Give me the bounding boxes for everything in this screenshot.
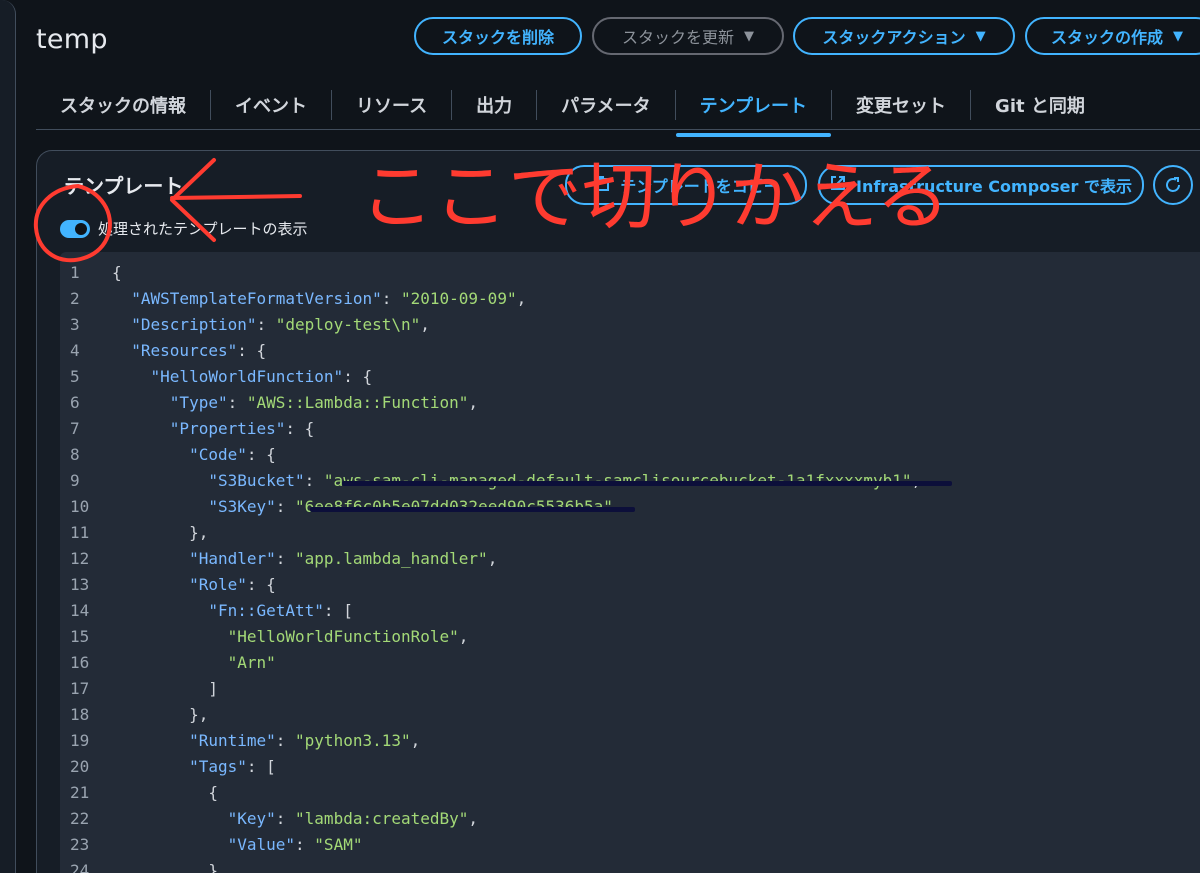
code-text: "Role": {	[189, 575, 276, 594]
tab-label: Git と同期	[995, 95, 1085, 117]
line-number: 14	[70, 601, 90, 620]
line-number: 1	[70, 263, 80, 282]
line-number: 16	[70, 653, 90, 672]
stack-detail-tabs: スタックの情報 イベント リソース 出力 パラメータ テンプレート 変更セット …	[36, 80, 1200, 137]
line-number: 21	[70, 783, 90, 802]
line-number: 17	[70, 679, 90, 698]
tab-label: イベント	[235, 95, 307, 117]
tab-template[interactable]: テンプレート	[675, 89, 833, 137]
external-link-icon	[830, 175, 846, 195]
code-text: {	[112, 783, 218, 802]
processed-template-toggle-row: 処理されたテンプレートの表示	[60, 218, 308, 239]
code-text: "Properties": {	[169, 419, 315, 438]
code-text: ]	[112, 679, 218, 698]
tab-label: スタックの情報	[60, 95, 186, 117]
caret-down-icon: ▼	[975, 28, 986, 44]
code-text: "AWSTemplateFormatVersion": "2010-09-09"…	[131, 289, 527, 308]
line-number: 9	[70, 471, 80, 490]
tab-label: パラメータ	[561, 95, 651, 117]
line-number: 2	[70, 289, 80, 308]
tab-label: リソース	[356, 95, 428, 117]
code-text: }	[112, 861, 218, 873]
copy-template-button[interactable]: テンプレートをコピー	[565, 165, 807, 205]
tab-label: 変更セット	[856, 95, 947, 117]
template-code-editor[interactable]: 1 {2 "AWSTemplateFormatVersion": "2010-09…	[60, 252, 1200, 873]
tab-change-sets[interactable]: 変更セット	[832, 89, 972, 120]
code-text: "Resources": {	[131, 341, 267, 360]
code-text: "Description": "deploy-test\n",	[131, 315, 430, 334]
line-number: 5	[70, 367, 80, 386]
delete-stack-button[interactable]: スタックを削除	[414, 17, 582, 55]
tab-outputs[interactable]: 出力	[452, 89, 538, 120]
refresh-icon[interactable]	[1153, 165, 1193, 205]
tab-git-sync[interactable]: Git と同期	[971, 90, 1109, 120]
line-number: 4	[70, 341, 80, 360]
code-text: "Code": {	[189, 445, 276, 464]
line-number: 13	[70, 575, 90, 594]
line-number: 12	[70, 549, 90, 568]
stack-actions-button[interactable]: スタックアクション ▼	[793, 17, 1015, 55]
stack-actions-label: スタックアクション	[822, 28, 966, 47]
tab-stack-info[interactable]: スタックの情報	[36, 89, 211, 120]
delete-stack-label: スタックを削除	[441, 28, 554, 47]
line-number: 8	[70, 445, 80, 464]
code-text: "Arn"	[227, 653, 276, 672]
line-number: 10	[70, 497, 90, 516]
line-number: 24	[70, 861, 90, 873]
line-number: 11	[70, 523, 90, 542]
copy-template-label: テンプレートをコピー	[620, 177, 780, 196]
caret-down-icon: ▼	[1173, 28, 1184, 44]
line-number: 18	[70, 705, 90, 724]
code-text: "Tags": [	[189, 757, 276, 776]
code-text: },	[112, 705, 209, 724]
update-stack-label: スタックを更新	[621, 28, 734, 47]
code-text: "Value": "SAM"	[227, 835, 363, 854]
code-text: "Type": "AWS::Lambda::Function",	[169, 393, 479, 412]
view-in-composer-button[interactable]: Infrastructure Composer で表示	[818, 165, 1144, 205]
code-text: "Handler": "app.lambda_handler",	[189, 549, 498, 568]
code-text: "Key": "lambda:createdBy",	[227, 809, 479, 828]
tab-parameters[interactable]: パラメータ	[537, 89, 676, 120]
stack-name: temp	[36, 24, 108, 55]
line-number: 3	[70, 315, 80, 334]
line-number: 19	[70, 731, 90, 750]
line-number: 7	[70, 419, 80, 438]
create-stack-label: スタックの作成	[1051, 28, 1164, 47]
update-stack-button[interactable]: スタックを更新 ▼	[592, 17, 784, 55]
line-number: 15	[70, 627, 90, 646]
code-text: "Runtime": "python3.13",	[189, 731, 421, 750]
copy-icon	[592, 174, 610, 196]
code-text: "Fn::GetAtt": [	[208, 601, 353, 620]
code-text: },	[112, 523, 209, 542]
tab-events[interactable]: イベント	[211, 89, 332, 120]
processed-template-toggle-label: 処理されたテンプレートの表示	[98, 220, 308, 238]
caret-down-icon: ▼	[744, 28, 754, 44]
line-number: 23	[70, 835, 90, 854]
tab-label: 出力	[476, 95, 513, 117]
code-text: "HelloWorldFunctionRole",	[227, 627, 469, 646]
panel-title: テンプレート	[64, 174, 184, 198]
tab-resources[interactable]: リソース	[332, 89, 453, 120]
side-navigation-rail	[0, 0, 16, 873]
redaction-mark	[342, 481, 952, 486]
redaction-mark	[310, 507, 635, 512]
code-text: "HelloWorldFunction": {	[150, 367, 373, 386]
create-stack-button[interactable]: スタックの作成 ▼	[1025, 17, 1200, 55]
view-in-composer-label: Infrastructure Composer で表示	[856, 177, 1132, 196]
tab-label: テンプレート	[699, 95, 808, 117]
code-text: {	[112, 263, 122, 282]
line-number: 20	[70, 757, 90, 776]
line-number: 6	[70, 393, 80, 412]
line-number: 22	[70, 809, 90, 828]
processed-template-toggle[interactable]	[60, 219, 90, 238]
